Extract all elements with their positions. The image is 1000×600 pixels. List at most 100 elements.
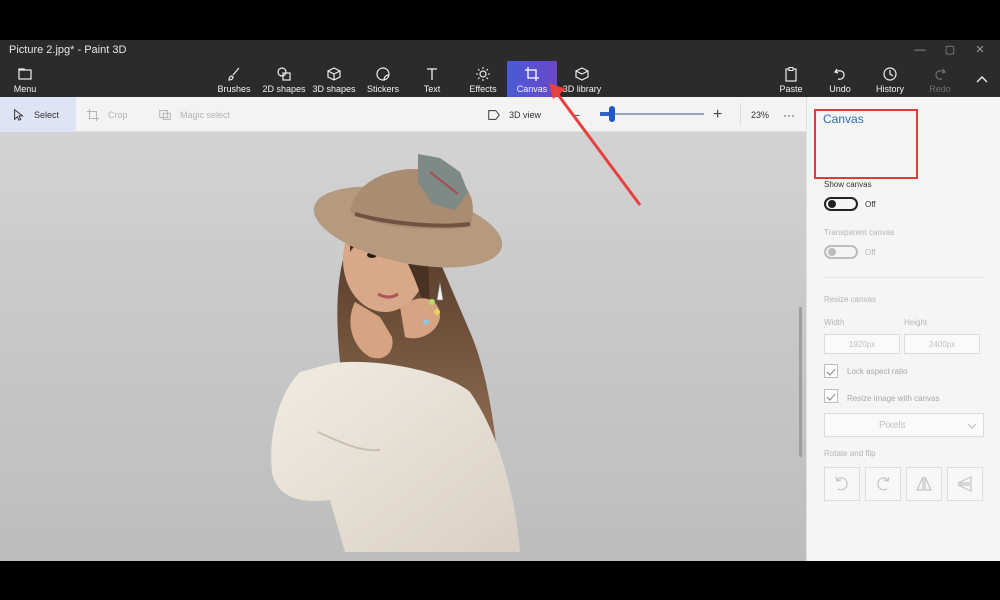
rotate-right-icon bbox=[877, 476, 890, 491]
width-field[interactable]: 1920px bbox=[824, 334, 900, 354]
effects-label: Effects bbox=[469, 84, 497, 94]
main-ribbon: Menu Brushes 2D shapes 3D shapes Sticker… bbox=[0, 61, 1000, 97]
history-button[interactable]: History bbox=[871, 61, 909, 97]
zoom-out-button[interactable]: − bbox=[572, 97, 586, 132]
maximize-icon[interactable]: ▢ bbox=[943, 43, 957, 57]
view-3d-icon bbox=[488, 109, 500, 120]
shapes3d-label: 3D shapes bbox=[312, 84, 356, 94]
transparent-canvas-state: Off bbox=[865, 248, 876, 257]
brushes-label: Brushes bbox=[217, 84, 251, 94]
library3d-button[interactable]: 3D library bbox=[560, 61, 604, 97]
library-3d-icon bbox=[575, 67, 589, 81]
window-title: Picture 2.jpg* - Paint 3D bbox=[9, 44, 127, 56]
magic-select-label: Magic select bbox=[180, 109, 231, 120]
undo-icon bbox=[834, 68, 845, 80]
show-canvas-state: Off bbox=[865, 200, 876, 209]
text-label: Text bbox=[423, 84, 441, 94]
show-canvas-toggle[interactable] bbox=[824, 197, 858, 211]
ellipsis-icon: ··· bbox=[783, 107, 795, 122]
view-3d-toggle[interactable]: 3D view bbox=[487, 97, 553, 132]
toggle-knob bbox=[828, 248, 836, 256]
subject-image bbox=[271, 154, 520, 552]
menu-button[interactable]: Menu bbox=[6, 61, 44, 97]
rotate-right-button[interactable] bbox=[865, 467, 901, 501]
plus-icon: + bbox=[713, 105, 723, 123]
flip-horizontal-button[interactable] bbox=[906, 467, 942, 501]
minus-icon: − bbox=[572, 106, 581, 123]
resize-image-checkbox[interactable] bbox=[824, 389, 838, 403]
zoom-value: 23% bbox=[751, 109, 770, 120]
select-label: Select bbox=[34, 109, 60, 120]
flip-horizontal-icon bbox=[916, 476, 932, 491]
zoom-slider[interactable] bbox=[594, 97, 704, 132]
select-tool[interactable]: Select bbox=[0, 97, 76, 132]
rotate-left-icon bbox=[835, 476, 848, 491]
height-label: Height bbox=[904, 318, 928, 327]
paste-label: Paste bbox=[779, 84, 803, 94]
stickers-button[interactable]: Stickers bbox=[362, 61, 404, 97]
toolbar-divider bbox=[740, 103, 741, 126]
panel-title: Canvas bbox=[823, 112, 864, 126]
chevron-down-icon bbox=[967, 423, 977, 429]
width-value: 1920px bbox=[848, 339, 876, 349]
view-3d-label: 3D view bbox=[509, 109, 542, 120]
close-icon[interactable]: ✕ bbox=[973, 43, 987, 57]
resize-image-label: Resize image with canvas bbox=[847, 394, 940, 403]
stickers-label: Stickers bbox=[366, 84, 399, 94]
brushes-button[interactable]: Brushes bbox=[214, 61, 254, 97]
screen-frame: Picture 2.jpg* - Paint 3D — ▢ ✕ Menu Bru… bbox=[0, 0, 1000, 600]
toggle-knob bbox=[828, 200, 836, 208]
text-button[interactable]: Text bbox=[414, 61, 450, 97]
magic-select-tool[interactable]: Magic select bbox=[158, 97, 248, 132]
flip-vertical-icon bbox=[957, 476, 972, 492]
vertical-scrollbar[interactable] bbox=[799, 307, 802, 457]
shapes3d-button[interactable]: 3D shapes bbox=[310, 61, 358, 97]
resize-canvas-label: Resize canvas bbox=[824, 295, 877, 304]
height-field[interactable]: 2400px bbox=[904, 334, 980, 354]
canvas-settings-panel: Canvas Show canvas Off Transparent canva… bbox=[806, 97, 1000, 561]
chevron-up-icon bbox=[976, 76, 988, 83]
rotate-left-button[interactable] bbox=[824, 467, 860, 501]
checkmark-icon bbox=[826, 393, 836, 401]
zoom-thumb[interactable] bbox=[609, 106, 615, 122]
panel-divider bbox=[823, 277, 983, 278]
checkmark-icon bbox=[826, 368, 836, 376]
crop-label: Crop bbox=[108, 109, 128, 120]
crop-icon bbox=[86, 108, 100, 121]
canvas-button[interactable]: Canvas bbox=[507, 61, 557, 97]
sticker-icon bbox=[376, 67, 390, 81]
flip-vertical-button[interactable] bbox=[947, 467, 983, 501]
more-options-button[interactable]: ··· bbox=[783, 97, 797, 132]
effects-button[interactable]: Effects bbox=[462, 61, 504, 97]
transparent-canvas-toggle[interactable] bbox=[824, 245, 858, 259]
folder-icon bbox=[18, 68, 32, 80]
zoom-in-button[interactable]: + bbox=[713, 97, 729, 132]
drawing-canvas[interactable] bbox=[0, 132, 806, 561]
magic-select-icon bbox=[159, 109, 171, 120]
redo-label: Redo bbox=[929, 84, 951, 94]
clock-icon bbox=[883, 67, 897, 81]
units-value: Pixels bbox=[879, 419, 906, 431]
rotate-flip-label: Rotate and flip bbox=[824, 449, 876, 458]
redo-icon bbox=[935, 68, 946, 80]
menu-label: Menu bbox=[13, 84, 37, 94]
show-canvas-label: Show canvas bbox=[824, 180, 872, 189]
shapes2d-button[interactable]: 2D shapes bbox=[260, 61, 308, 97]
paint3d-window: Picture 2.jpg* - Paint 3D — ▢ ✕ Menu Bru… bbox=[0, 40, 1000, 561]
lock-aspect-label: Lock aspect ratio bbox=[847, 367, 908, 376]
height-value: 2400px bbox=[928, 339, 956, 349]
crop-tool[interactable]: Crop bbox=[86, 97, 146, 132]
units-dropdown[interactable]: Pixels bbox=[824, 413, 984, 437]
redo-button[interactable]: Redo bbox=[923, 61, 957, 97]
undo-button[interactable]: Undo bbox=[823, 61, 857, 97]
minimize-icon[interactable]: — bbox=[913, 43, 927, 57]
paste-button[interactable]: Paste bbox=[773, 61, 809, 97]
crop-canvas-icon bbox=[525, 67, 539, 81]
zoom-percent[interactable]: 23% bbox=[751, 97, 779, 132]
cube-icon bbox=[327, 67, 341, 81]
shapes2d-label: 2D shapes bbox=[262, 84, 306, 94]
collapse-ribbon-button[interactable] bbox=[970, 61, 994, 97]
cursor-icon bbox=[14, 108, 24, 121]
brush-icon bbox=[228, 67, 240, 81]
lock-aspect-checkbox[interactable] bbox=[824, 364, 838, 378]
